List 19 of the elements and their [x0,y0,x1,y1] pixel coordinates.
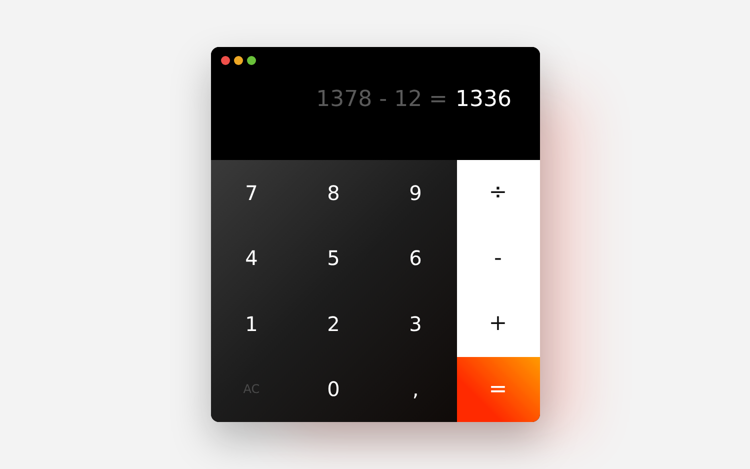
maximize-icon[interactable] [246,56,256,65]
result-text: 1336 [456,87,512,112]
operator-key[interactable]: ÷ [456,160,540,226]
close-icon[interactable] [220,56,230,65]
digit-key[interactable]: 7 [210,160,292,226]
digit-key[interactable]: 0 [292,356,374,422]
minimize-icon[interactable] [234,56,242,65]
expression-text: 1378 - 12 = [316,87,448,112]
operator-key[interactable]: + [456,291,540,356]
digit-key[interactable]: 1 [210,291,292,356]
digit-key[interactable]: 2 [292,291,374,356]
digit-key[interactable]: , [374,356,456,422]
digit-key[interactable]: 8 [292,160,374,226]
digit-key[interactable]: 4 [210,226,292,291]
digit-key[interactable]: 5 [292,226,374,291]
digit-key[interactable]: 3 [374,291,456,356]
digit-key[interactable]: 6 [374,226,456,291]
digit-key[interactable]: 9 [374,160,456,226]
operator-key[interactable]: - [456,226,540,291]
